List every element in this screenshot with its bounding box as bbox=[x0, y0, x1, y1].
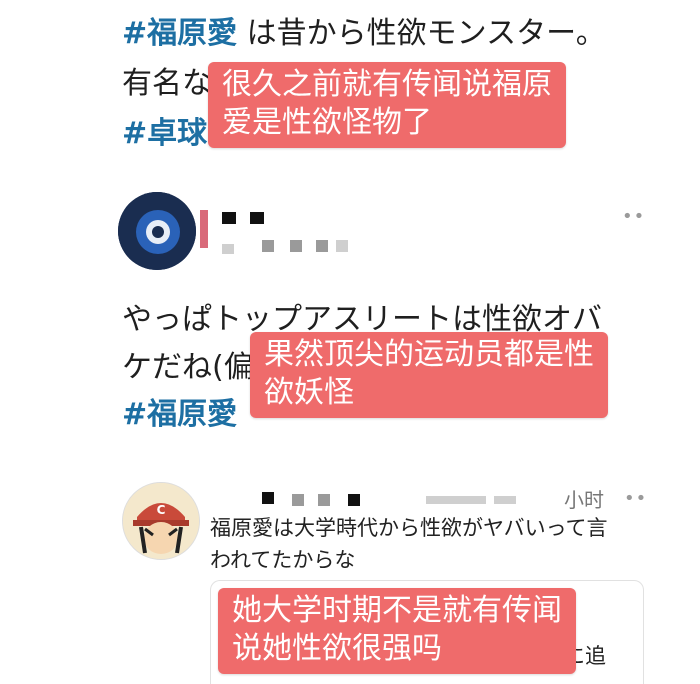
tweet1-line2: 有名な bbox=[122, 66, 212, 101]
pixelated-name-block bbox=[222, 212, 236, 224]
tweet1-text: は昔から性欲モンスター。 bbox=[237, 16, 606, 51]
pixelated-name-block bbox=[318, 494, 330, 506]
more-dots-icon[interactable]: •• bbox=[624, 488, 647, 509]
tweet1-line1: #福原愛 は昔から性欲モンスター。 bbox=[122, 14, 606, 54]
tweet1-overlay-line2: 爱是性欲怪物了 bbox=[222, 105, 432, 140]
pixelated-name-block bbox=[348, 494, 360, 506]
more-dots-icon[interactable]: •• bbox=[622, 206, 645, 227]
tweet2-translation-overlay: 果然顶尖的运动员都是性 欲妖怪 bbox=[250, 332, 608, 418]
pixelated-handle-block bbox=[426, 496, 486, 504]
pixelated-name-block bbox=[200, 210, 208, 248]
pixelated-handle-block bbox=[494, 496, 516, 504]
tweet3-translation-overlay: 她大学时期不是就有传闻 说她性欲很强吗 bbox=[218, 588, 576, 674]
pixelated-handle-block bbox=[290, 240, 302, 252]
tweet3-time: 小时 bbox=[564, 488, 604, 512]
tweet2-avatar-image bbox=[118, 192, 196, 270]
pixelated-handle-block bbox=[336, 240, 348, 252]
tweet3-line2: われてたからな bbox=[210, 548, 356, 572]
tweet1-translation-overlay: 很久之前就有传闻说福原 爱是性欲怪物了 bbox=[208, 62, 566, 148]
tweet3-avatar-image: C bbox=[123, 483, 199, 559]
tweet2-line2: ケだね(偏 bbox=[122, 350, 254, 385]
tweet1-overlay-line1: 很久之前就有传闻说福原 bbox=[222, 67, 552, 102]
tweet2-overlay-line1: 果然顶尖的运动员都是性 bbox=[264, 337, 594, 372]
tweet2-overlay-line2: 欲妖怪 bbox=[264, 375, 354, 410]
tweet3-overlay-line2: 说她性欲很强吗 bbox=[232, 631, 442, 666]
tweet2-hashtag[interactable]: #福原愛 bbox=[122, 395, 237, 435]
tweet3-avatar[interactable]: C bbox=[122, 482, 200, 560]
tweet3-overlay-line1: 她大学时期不是就有传闻 bbox=[232, 593, 562, 628]
pixelated-name-block bbox=[250, 212, 264, 224]
pixelated-name-block bbox=[292, 494, 304, 506]
pixelated-handle-block bbox=[262, 240, 274, 252]
pixelated-name-block bbox=[262, 492, 274, 504]
tweet1-hashtag[interactable]: #福原愛 bbox=[122, 16, 237, 51]
tweet2-avatar[interactable] bbox=[118, 192, 196, 270]
pixelated-handle-block bbox=[222, 244, 234, 254]
tweet1-hashtag-2[interactable]: #卓球 bbox=[122, 114, 207, 154]
svg-text:C: C bbox=[157, 503, 166, 517]
tweet3-line1: 福原愛は大学時代から性欲がヤバいって言 bbox=[210, 516, 608, 540]
pixelated-handle-block bbox=[316, 240, 328, 252]
